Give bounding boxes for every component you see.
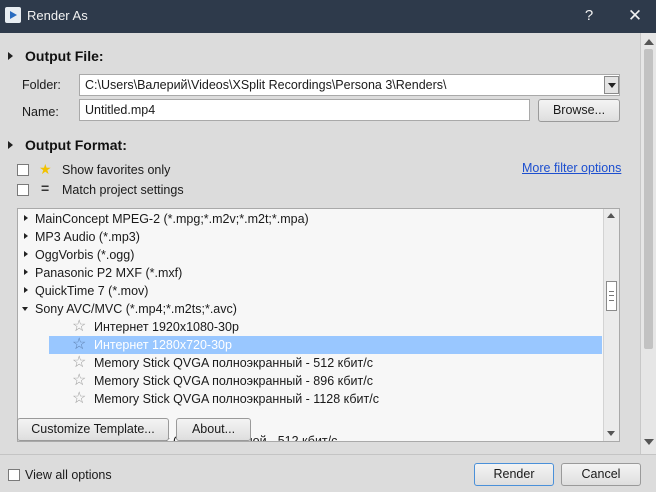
format-label: MP3 Audio (*.mp3) — [35, 230, 140, 244]
star-outline-icon[interactable]: ☆ — [72, 391, 86, 407]
scroll-down-icon[interactable] — [644, 439, 654, 445]
expand-icon[interactable] — [24, 269, 28, 275]
scroll-thumb[interactable] — [644, 49, 653, 349]
more-filter-options-link[interactable]: More filter options — [522, 161, 621, 175]
match-project-checkbox[interactable] — [17, 184, 29, 196]
format-label: Panasonic P2 MXF (*.mxf) — [35, 266, 183, 280]
star-outline-icon[interactable]: ☆ — [72, 355, 86, 371]
format-list[interactable]: MainConcept MPEG-2 (*.mpg;*.m2v;*.m2t;*.… — [17, 208, 620, 442]
render-button[interactable]: Render — [474, 463, 554, 486]
format-item-mp3[interactable]: MP3 Audio (*.mp3) — [18, 228, 604, 246]
folder-dropdown-button[interactable] — [604, 76, 619, 94]
customize-template-button[interactable]: Customize Template... — [17, 418, 169, 441]
equals-icon: = — [41, 180, 50, 196]
dialog-scrollbar[interactable] — [640, 33, 656, 454]
close-button[interactable]: ✕ — [622, 4, 648, 28]
star-outline-icon[interactable]: ☆ — [72, 337, 86, 353]
output-file-header: Output File: — [25, 48, 104, 64]
help-button[interactable]: ? — [576, 4, 602, 28]
expand-icon[interactable] — [24, 215, 28, 221]
format-label: MainConcept MPEG-2 (*.mpg;*.m2v;*.m2t;*.… — [35, 212, 309, 226]
folder-label: Folder: — [22, 78, 61, 92]
star-icon: ★ — [39, 161, 52, 177]
name-label: Name: — [22, 105, 59, 119]
view-all-options-label[interactable]: View all options — [25, 468, 112, 482]
folder-field[interactable]: C:\Users\Валерий\Videos\XSplit Recording… — [79, 74, 620, 96]
render-as-dialog: Render As ? ✕ Output File: Folder: C:\Us… — [0, 0, 656, 492]
format-item-sony-avc[interactable]: Sony AVC/MVC (*.mp4;*.m2ts;*.avc) — [18, 300, 604, 318]
collapse-icon[interactable] — [22, 307, 28, 311]
output-file-collapse-icon[interactable] — [8, 52, 13, 60]
show-favorites-checkbox[interactable] — [17, 164, 29, 176]
template-label: Memory Stick QVGA полноэкранный - 512 кб… — [94, 356, 373, 370]
format-list-scrollbar[interactable] — [603, 209, 619, 441]
expand-icon[interactable] — [24, 287, 28, 293]
format-item-mainconcept[interactable]: MainConcept MPEG-2 (*.mpg;*.m2v;*.m2t;*.… — [18, 210, 604, 228]
view-all-options-checkbox[interactable] — [8, 469, 20, 481]
format-label: QuickTime 7 (*.mov) — [35, 284, 149, 298]
dialog-body: Output File: Folder: C:\Users\Валерий\Vi… — [0, 33, 640, 454]
window-title: Render As — [27, 8, 88, 23]
template-item[interactable]: ☆ Memory Stick QVGA полноэкранный - 1128… — [18, 390, 604, 408]
render-app-icon — [5, 7, 21, 23]
template-item[interactable]: ☆ Memory Stick QVGA полноэкранный - 512 … — [18, 354, 604, 372]
scroll-up-icon[interactable] — [607, 213, 615, 218]
star-outline-icon[interactable]: ☆ — [72, 373, 86, 389]
cancel-button[interactable]: Cancel — [561, 463, 641, 486]
scroll-up-icon[interactable] — [644, 39, 654, 45]
dialog-footer: View all options Render Cancel — [0, 454, 656, 492]
template-label: Интернет 1280x720-30p — [94, 338, 232, 352]
about-button[interactable]: About... — [176, 418, 251, 441]
format-item-oggvorbis[interactable]: OggVorbis (*.ogg) — [18, 246, 604, 264]
expand-icon[interactable] — [24, 251, 28, 257]
template-label: Memory Stick QVGA полноэкранный - 1128 к… — [94, 392, 379, 406]
scroll-down-icon[interactable] — [607, 431, 615, 436]
format-label: Sony AVC/MVC (*.mp4;*.m2ts;*.avc) — [35, 302, 237, 316]
template-item[interactable]: ☆ Интернет 1920x1080-30p — [18, 318, 604, 336]
match-project-label[interactable]: Match project settings — [62, 183, 184, 197]
output-format-collapse-icon[interactable] — [8, 141, 13, 149]
title-bar[interactable]: Render As ? ✕ — [0, 0, 656, 33]
output-format-header: Output Format: — [25, 137, 127, 153]
template-label: Memory Stick QVGA полноэкранный - 896 кб… — [94, 374, 373, 388]
show-favorites-label[interactable]: Show favorites only — [62, 163, 170, 177]
expand-icon[interactable] — [24, 233, 28, 239]
format-item-panasonic[interactable]: Panasonic P2 MXF (*.mxf) — [18, 264, 604, 282]
template-item-selected[interactable]: ☆ Интернет 1280x720-30p — [49, 336, 602, 354]
format-item-quicktime[interactable]: QuickTime 7 (*.mov) — [18, 282, 604, 300]
star-outline-icon[interactable]: ☆ — [72, 319, 86, 335]
template-item[interactable]: ☆ Memory Stick QVGA полноэкранный - 896 … — [18, 372, 604, 390]
scroll-thumb[interactable] — [606, 281, 617, 311]
format-label: OggVorbis (*.ogg) — [35, 248, 135, 262]
name-field[interactable]: Untitled.mp4 — [79, 99, 530, 121]
template-label: Интернет 1920x1080-30p — [94, 320, 239, 334]
browse-button[interactable]: Browse... — [538, 99, 620, 122]
